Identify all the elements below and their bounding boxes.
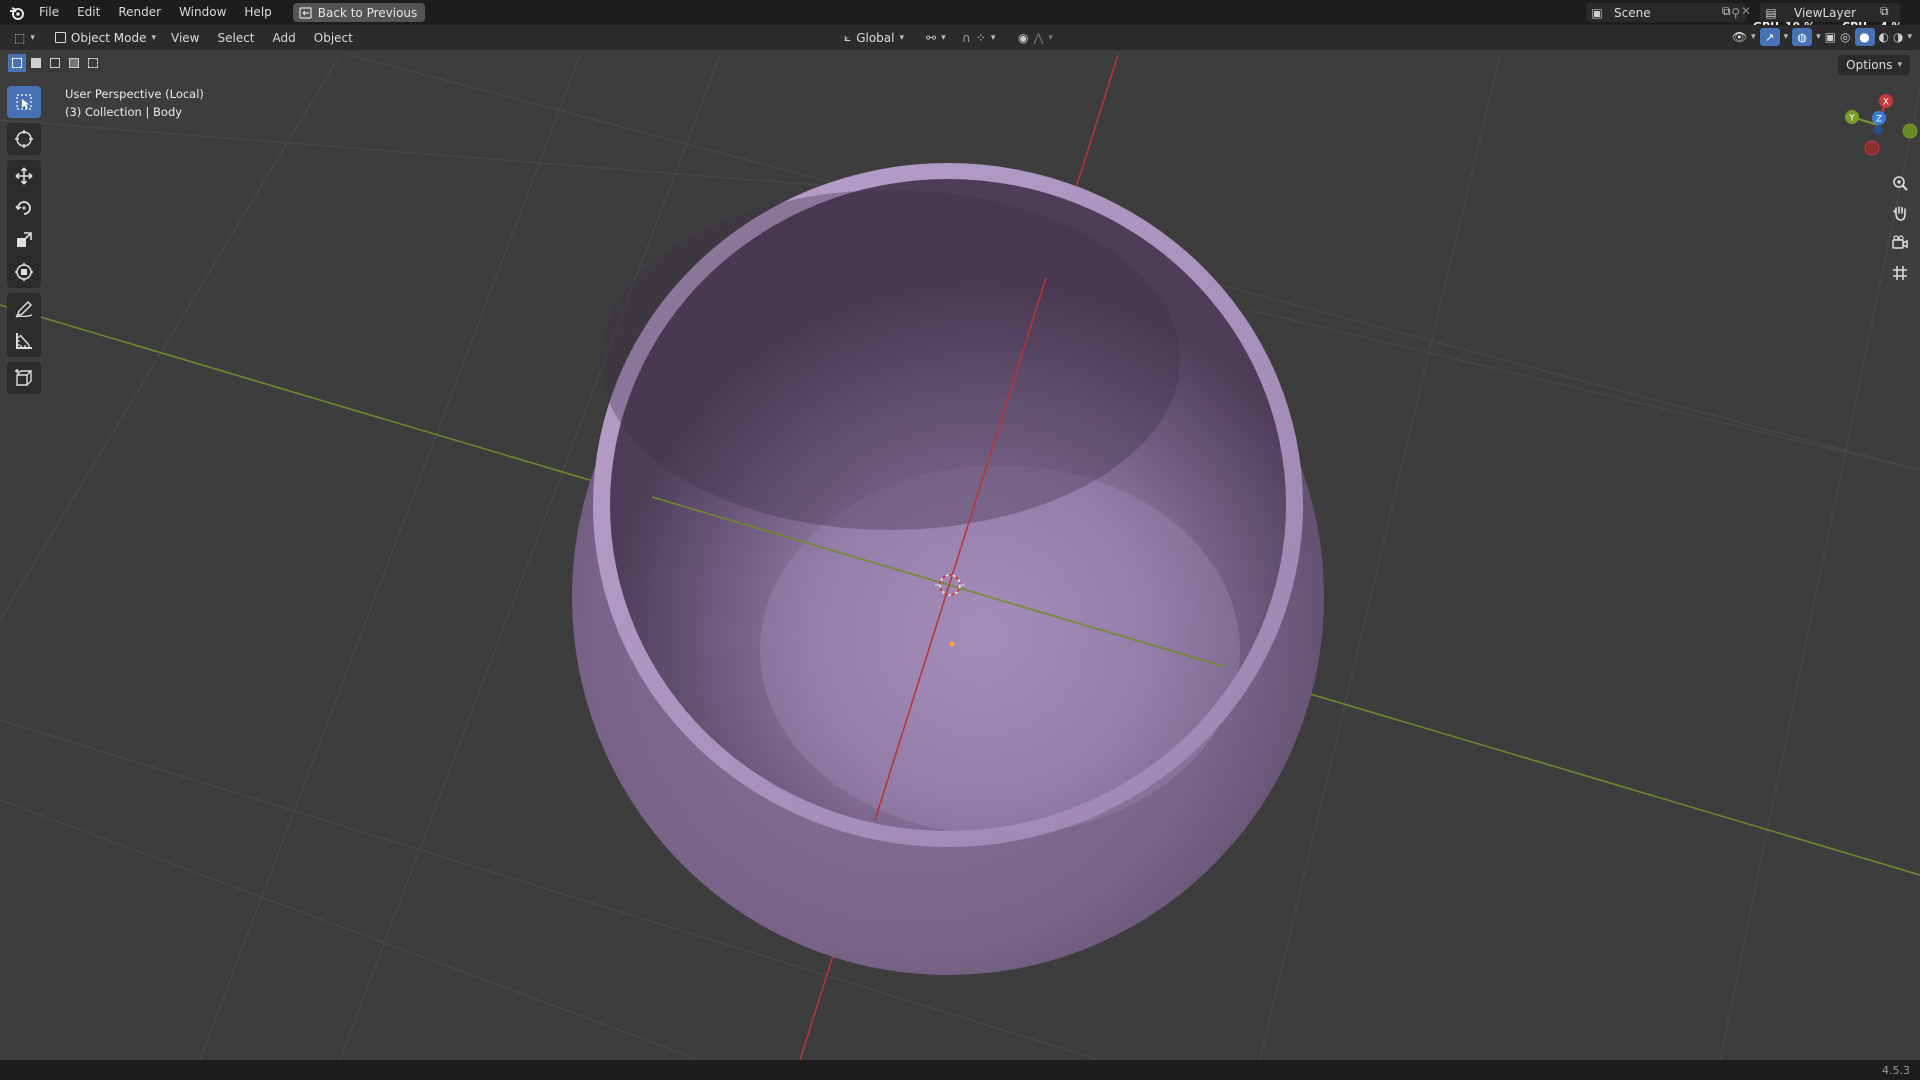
- menu-object[interactable]: Object: [305, 31, 362, 45]
- scene-icon: ▣: [1591, 5, 1603, 20]
- options-label: Options: [1846, 58, 1893, 72]
- viewport-header: ⬚ ▾ Object Mode ▾ View Select Add Object…: [0, 25, 1920, 50]
- chevron-down-icon: ▾: [151, 32, 156, 43]
- snap-dropdown[interactable]: ∩ ⁘ ▾: [956, 28, 1002, 47]
- menu-window[interactable]: Window: [170, 0, 235, 25]
- transform-orientation-dropdown[interactable]: ⟀ Global ▾: [838, 28, 911, 47]
- gizmo-neg-x-axis[interactable]: [1864, 140, 1880, 156]
- menu-view[interactable]: View: [162, 31, 208, 45]
- selection-mode-group: [8, 54, 102, 72]
- chevron-down-icon: ▾: [1897, 60, 1902, 70]
- viewport-scene: [0, 54, 1920, 1060]
- gizmo-toggle-icon[interactable]: ↗: [1759, 28, 1780, 46]
- wireframe-shading-icon[interactable]: ◎: [1840, 30, 1850, 44]
- material-shading-icon[interactable]: ◐: [1879, 30, 1889, 44]
- snap-grid-icon: ⁘: [975, 30, 986, 45]
- annotate-tool-icon[interactable]: [7, 293, 41, 325]
- pivot-point-dropdown[interactable]: ⚯ ▾: [920, 28, 952, 47]
- chevron-down-icon: ▾: [30, 32, 35, 43]
- xray-toggle-icon[interactable]: ▣: [1825, 30, 1836, 44]
- cursor-tool-icon[interactable]: [7, 123, 41, 155]
- pivot-icon: ⚯: [926, 30, 937, 45]
- menu-help[interactable]: Help: [235, 0, 280, 25]
- chevron-down-icon: ▾: [1783, 32, 1789, 42]
- blender-logo-icon[interactable]: [4, 0, 30, 25]
- view-layer-name: ViewLayer: [1794, 5, 1856, 20]
- measure-tool-icon[interactable]: [7, 325, 41, 357]
- scale-tool-icon[interactable]: [7, 224, 41, 256]
- view-layer-new-icon[interactable]: ⧉: [1880, 4, 1889, 19]
- rendered-shading-icon[interactable]: ◑: [1893, 30, 1903, 44]
- solid-shading-icon[interactable]: ●: [1854, 28, 1875, 46]
- orientation-label: Global: [856, 30, 895, 45]
- mode-label: Object Mode: [70, 30, 147, 45]
- chevron-down-icon: ▾: [1907, 32, 1912, 42]
- collection-label: (3) Collection | Body: [65, 105, 183, 119]
- menu-select[interactable]: Select: [208, 31, 263, 45]
- back-to-previous-button[interactable]: Back to Previous: [292, 3, 426, 22]
- menu-render[interactable]: Render: [109, 0, 170, 25]
- perspective-label: User Perspective (Local): [65, 87, 204, 101]
- select-invert-icon[interactable]: [65, 54, 83, 72]
- mode-dropdown[interactable]: Object Mode ▾: [48, 28, 162, 47]
- chevron-down-icon: ▾: [1048, 32, 1053, 43]
- status-bar: 4.5.3: [0, 1060, 1920, 1080]
- camera-view-icon[interactable]: [1888, 231, 1912, 255]
- navigation-gizmo[interactable]: X Y Z: [1830, 85, 1920, 175]
- gizmo-neg-y-axis[interactable]: [1902, 123, 1918, 139]
- viewport-editor-icon: ⬚: [14, 30, 26, 45]
- transform-tool-icon[interactable]: [7, 256, 41, 288]
- select-new-icon[interactable]: [8, 54, 26, 72]
- viewport-shading-controls: 👁 ▾ ↗ ▾ ◍ ▾ ▣ ◎ ● ◐ ◑ ▾: [1732, 28, 1912, 46]
- left-toolbar: [7, 86, 41, 399]
- select-subtract-icon[interactable]: [46, 54, 64, 72]
- scene-new-icon[interactable]: ⧉: [1722, 4, 1731, 19]
- view-layer-icon: ▤: [1765, 5, 1777, 20]
- scene-close-icon[interactable]: ✕: [1741, 4, 1751, 18]
- mesh-inner-shadow: [600, 190, 1180, 530]
- chevron-down-icon: ▾: [1751, 32, 1756, 42]
- view-layer-selector[interactable]: ▤ ViewLayer: [1760, 3, 1900, 22]
- rotate-tool-icon[interactable]: [7, 192, 41, 224]
- chevron-down-icon: ▾: [941, 32, 946, 43]
- scene-name: Scene: [1614, 5, 1651, 20]
- chevron-down-icon: ▾: [990, 32, 996, 43]
- select-extend-icon[interactable]: [27, 54, 45, 72]
- ortho-grid-icon[interactable]: [1888, 261, 1912, 285]
- editor-type-dropdown[interactable]: ⬚ ▾: [8, 28, 41, 47]
- options-dropdown[interactable]: Options ▾: [1838, 55, 1910, 75]
- pin-icon[interactable]: ⚲: [1731, 6, 1740, 20]
- back-to-previous-label: Back to Previous: [317, 5, 418, 20]
- object-origin-icon: [949, 641, 955, 647]
- menu-edit[interactable]: Edit: [68, 0, 109, 25]
- move-tool-icon[interactable]: [7, 160, 41, 192]
- chevron-down-icon: ▾: [1816, 32, 1821, 42]
- falloff-icon: ⋀: [1033, 30, 1044, 45]
- back-arrow-icon: [299, 6, 312, 19]
- gizmo-neg-z-axis[interactable]: [1873, 125, 1883, 135]
- top-menu-bar: File Edit Render Window Help Back to Pre…: [0, 0, 1920, 33]
- add-cube-tool-icon[interactable]: [7, 362, 41, 394]
- version-label: 4.5.3: [1882, 1064, 1910, 1077]
- pan-hand-icon[interactable]: [1888, 201, 1912, 225]
- 3d-viewport[interactable]: User Perspective (Local) (3) Collection …: [0, 50, 1920, 1060]
- zoom-icon[interactable]: [1888, 171, 1912, 195]
- chevron-down-icon: ▾: [899, 32, 905, 43]
- select-box-tool-icon[interactable]: [7, 86, 41, 118]
- menu-file[interactable]: File: [30, 0, 68, 25]
- orientation-axes-icon: ⟀: [844, 30, 852, 44]
- overlays-toggle-icon[interactable]: ◍: [1792, 28, 1813, 46]
- magnet-icon[interactable]: ∩: [962, 31, 971, 45]
- gizmo-z-label: Z: [1876, 115, 1882, 125]
- proportional-edit-icon: ◉: [1018, 30, 1029, 45]
- visibility-eye-icon[interactable]: 👁: [1732, 30, 1747, 44]
- menu-add[interactable]: Add: [264, 31, 305, 45]
- proportional-edit-dropdown[interactable]: ◉ ⋀ ▾: [1012, 28, 1059, 47]
- gizmo-x-label: X: [1883, 98, 1889, 108]
- select-intersect-icon[interactable]: [84, 54, 102, 72]
- object-mode-icon: [54, 32, 66, 43]
- gizmo-y-label: Y: [1848, 114, 1855, 124]
